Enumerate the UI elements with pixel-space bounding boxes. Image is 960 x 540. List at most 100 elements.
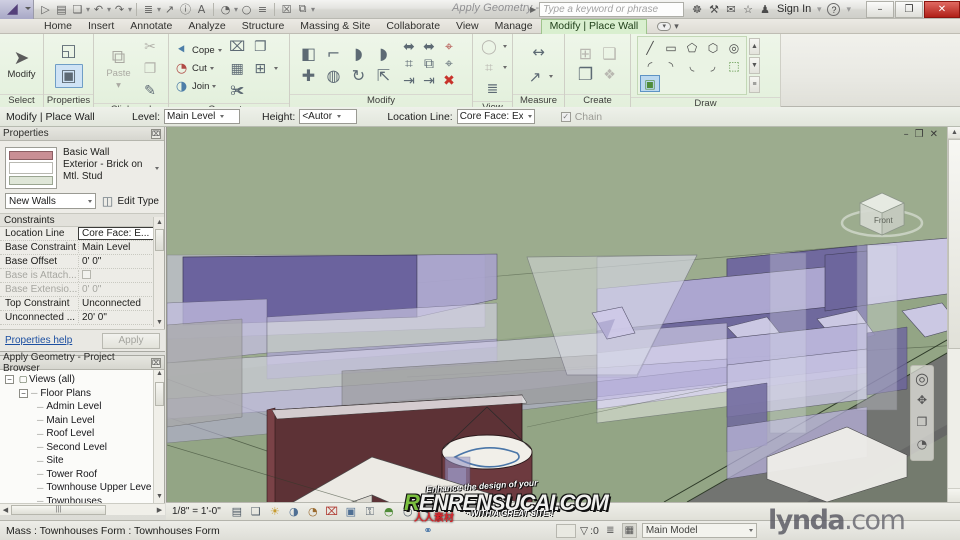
save-as-icon[interactable]: ❑ <box>70 2 85 17</box>
lock-3d-view-icon[interactable]: ⚿ <box>363 505 377 519</box>
rendering-dialog-icon[interactable]: ◔ <box>306 505 320 519</box>
section-icon[interactable]: ○ <box>239 2 254 17</box>
measure-caret-icon[interactable] <box>548 75 553 78</box>
trim-multiple-icon[interactable]: ⇥ <box>420 73 438 89</box>
application-menu-button[interactable]: ◢ <box>0 0 34 19</box>
search-input[interactable]: Type a keyword or phrase <box>539 2 685 17</box>
default-3d-view-icon[interactable]: ◔ <box>218 2 233 17</box>
height-caret-icon[interactable] <box>337 115 342 118</box>
close-button[interactable]: ✕ <box>924 1 960 18</box>
draw-line-icon[interactable]: ╱ <box>640 39 660 56</box>
reveal-hidden-icon[interactable]: ⌗ <box>479 57 500 78</box>
copy-icon[interactable]: ❐ <box>140 58 161 79</box>
type-selector-combo-caret-icon[interactable] <box>88 199 93 203</box>
gallery-scroll-up-button[interactable]: ▲ <box>749 38 760 55</box>
tab-home[interactable]: Home <box>36 19 80 34</box>
trim-single-icon[interactable]: ⇥ <box>400 73 418 89</box>
property-row-top-constraint[interactable]: Top Constraint Unconnected <box>0 297 164 311</box>
measure-icon[interactable]: ↗ <box>162 2 177 17</box>
close-hidden-windows-icon[interactable]: ☒ <box>279 2 294 17</box>
search-expand-icon[interactable]: ▶ <box>530 5 536 14</box>
chain-checkbox[interactable]: ✓ <box>560 111 571 122</box>
move-icon[interactable]: ✚ <box>298 65 319 86</box>
cut-button[interactable]: ◔ Cut <box>173 60 224 77</box>
switch-view-icon[interactable]: ≣ <box>482 78 503 99</box>
undo-icon[interactable]: ↶ <box>91 2 106 17</box>
rotate-icon[interactable]: ↻ <box>348 65 369 86</box>
join-caret-icon[interactable] <box>212 85 217 88</box>
tab-modify-place-wall[interactable]: Modify | Place Wall <box>540 18 648 34</box>
ribbon-display-options[interactable]: ▾ ▾ <box>657 21 679 32</box>
cope-caret-icon[interactable] <box>217 49 222 52</box>
save-icon[interactable]: ▤ <box>54 2 69 17</box>
chevron-down-icon[interactable] <box>25 6 31 10</box>
wall-joins-icon[interactable]: ⊞ <box>250 58 271 79</box>
array-icon[interactable]: ⌗ <box>400 56 418 72</box>
tree-node-views-all[interactable]: − ▢ Views (all) <box>3 373 164 387</box>
maximize-button[interactable]: ❐ <box>895 1 923 18</box>
browser-scroll-thumb[interactable] <box>155 382 164 406</box>
tab-manage[interactable]: Manage <box>487 19 541 34</box>
view-scale-label[interactable]: 1/8" = 1'-0" <box>172 506 221 517</box>
temporary-hide-isolate-icon[interactable]: ◓ <box>382 505 396 519</box>
offset-icon[interactable]: ⌐ <box>323 43 344 64</box>
close-icon[interactable]: ⌧ <box>151 128 161 139</box>
constraints-group-header[interactable]: Constraints ▴ <box>0 213 164 227</box>
join-button[interactable]: ◑ Join <box>173 78 224 95</box>
sign-in-button[interactable]: Sign In <box>777 3 811 15</box>
crop-view-icon[interactable]: ⌧ <box>325 505 339 519</box>
gallery-scroll-down-button[interactable]: ▼ <box>749 57 760 74</box>
browser-scroll-down-icon[interactable]: ▼ <box>155 493 164 503</box>
draw-center-ends-arc-icon[interactable]: ◝ <box>661 57 681 74</box>
browser-vertical-scrollbar[interactable]: ▲ ▼ <box>153 370 164 503</box>
mirror-draw-axis-icon[interactable]: ◗ <box>373 43 394 64</box>
worksharing-display-icon[interactable]: ◂ <box>420 505 434 519</box>
help-icon[interactable]: ? <box>827 3 841 16</box>
draw-tangent-end-arc-icon[interactable]: ◟ <box>682 57 702 74</box>
location-line-combo[interactable]: Core Face: Exter <box>456 109 535 124</box>
favorites-icon[interactable]: ☆ <box>741 2 755 16</box>
viewport-vertical-scrollbar[interactable]: ▲ <box>947 127 960 502</box>
tab-insert[interactable]: Insert <box>80 19 122 34</box>
browser-scroll-left-icon[interactable]: ◀ <box>0 506 11 514</box>
property-row-location-line[interactable]: Location Line Core Face: E... <box>0 227 164 241</box>
open-icon[interactable]: ▷ <box>38 2 53 17</box>
cut-caret-icon[interactable] <box>209 67 214 70</box>
trim-extend-icon[interactable]: ⇱ <box>373 65 394 86</box>
measure-along-element-icon[interactable]: ↗ <box>525 66 546 87</box>
subscription-icon[interactable]: ⚒ <box>707 2 721 16</box>
steering-wheel-icon[interactable]: ◎ <box>913 369 931 388</box>
align-icon[interactable]: ◧ <box>298 43 319 64</box>
create-part-icon[interactable]: ❑ <box>599 43 620 64</box>
pin-icon[interactable]: ⌖ <box>440 56 458 72</box>
tree-item-roof-level[interactable]: ─ Roof Level <box>3 427 164 441</box>
account-icon[interactable]: ♟ <box>758 2 772 16</box>
copy-element-icon[interactable]: ◍ <box>323 65 344 86</box>
filter-indicator[interactable]: ▽ :0 <box>580 525 599 537</box>
tree-item-admin-level[interactable]: ─ Admin Level <box>3 400 164 414</box>
browser-hscroll-thumb[interactable]: ||| <box>11 504 106 515</box>
match-type-icon[interactable]: ✎ <box>140 80 161 101</box>
draw-circle-icon[interactable]: ◎ <box>724 39 744 56</box>
tab-view[interactable]: View <box>448 19 487 34</box>
reveal-hidden-elements-icon[interactable]: ○ <box>401 505 415 519</box>
view-close-icon[interactable]: ✕ <box>930 129 938 140</box>
split-with-gap-icon[interactable]: ⬌ <box>420 39 438 55</box>
property-value[interactable]: 20' 0" <box>78 312 164 323</box>
draw-circumscribed-polygon-icon[interactable]: ⬡ <box>703 39 723 56</box>
property-value[interactable]: Main Level <box>78 242 164 253</box>
type-preview-area[interactable]: Basic Wall Exterior - Brick on Mtl. Stud <box>0 141 164 193</box>
create-assembly-icon[interactable]: ❖ <box>599 65 620 86</box>
view-minimize-icon[interactable]: – <box>904 129 909 140</box>
draw-gallery-scrollbar[interactable]: ▲ ▼ ≡ <box>749 38 760 93</box>
properties-scroll-thumb[interactable] <box>155 229 164 251</box>
split-icon[interactable]: ✀ <box>227 80 248 101</box>
measure-between-references-icon[interactable]: ↔ <box>528 41 549 62</box>
aligned-dimension-icon[interactable]: ⓘ <box>178 2 193 17</box>
tab-annotate[interactable]: Annotate <box>122 19 180 34</box>
property-row-base-constraint[interactable]: Base Constraint Main Level <box>0 241 164 255</box>
hide-element-icon[interactable]: ◯ <box>479 36 500 57</box>
paint-icon[interactable]: ▦ <box>227 58 248 79</box>
property-row-unconnected-height[interactable]: Unconnected ... 20' 0" <box>0 311 164 325</box>
tree-item-tower-roof[interactable]: ─ Tower Roof <box>3 468 164 482</box>
